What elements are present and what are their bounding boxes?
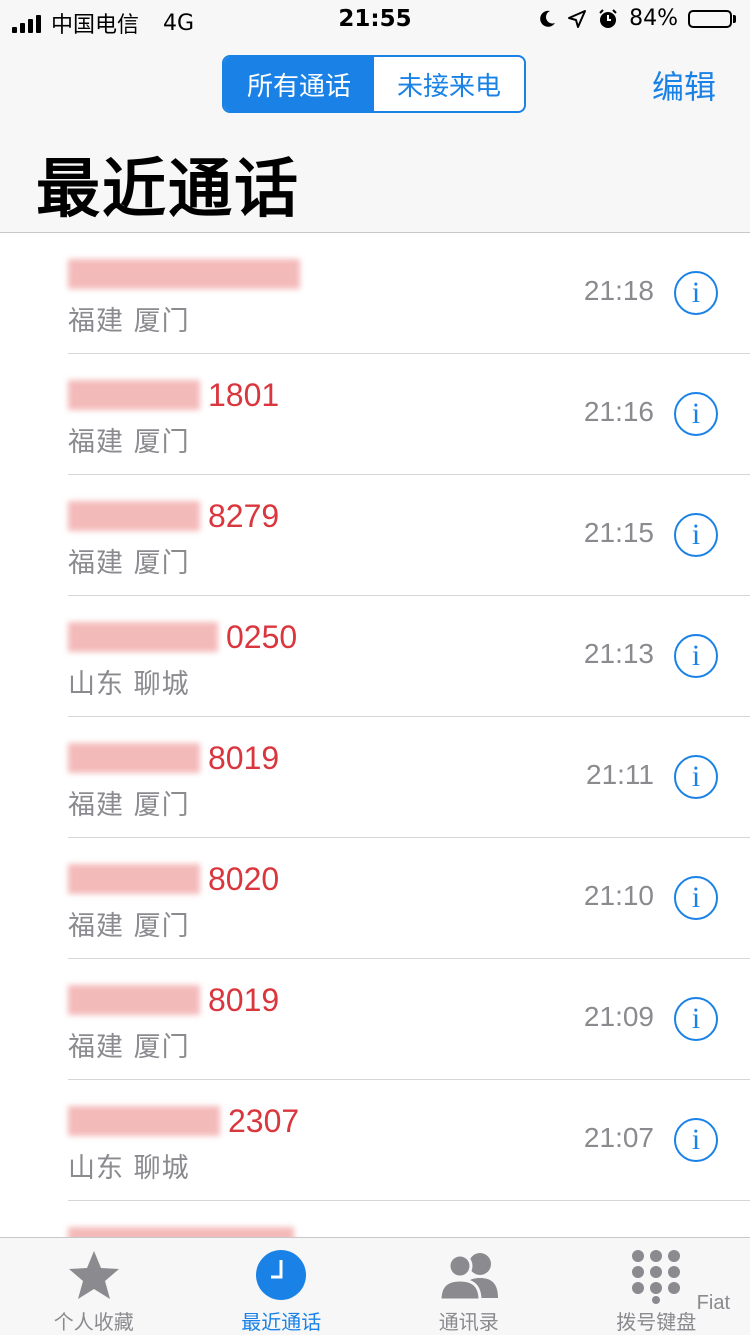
phone-number bbox=[68, 255, 308, 293]
moon-icon bbox=[537, 9, 557, 29]
call-row[interactable]: 8020 福建 厦门 21:10 i bbox=[68, 838, 750, 959]
phone-number: 1801 bbox=[68, 376, 279, 414]
redacted-number bbox=[68, 743, 200, 773]
watermark: Fiat bbox=[697, 1292, 730, 1315]
call-time: 21:13 bbox=[584, 638, 654, 670]
status-bar: 中国电信 4G 21:55 84% bbox=[0, 0, 750, 40]
phone-number-tail: 8020 bbox=[208, 861, 279, 898]
call-location: 福建 厦门 bbox=[68, 904, 190, 943]
star-icon bbox=[66, 1248, 122, 1302]
alarm-icon bbox=[597, 8, 619, 30]
call-row[interactable]: 8019 福建 厦门 21:11 i bbox=[68, 717, 750, 838]
phone-number-tail: 8019 bbox=[208, 740, 279, 777]
segment-missed-calls[interactable]: 未接来电 bbox=[374, 57, 524, 111]
tab-keypad[interactable]: 拨号键盘 bbox=[563, 1238, 750, 1335]
redacted-number bbox=[68, 1227, 294, 1237]
call-time: 21:16 bbox=[584, 396, 654, 428]
info-icon[interactable]: i bbox=[674, 634, 718, 678]
call-location: 福建 厦门 bbox=[68, 783, 190, 822]
call-row[interactable]: 1801 福建 厦门 21:16 i bbox=[68, 354, 750, 475]
tab-recents[interactable]: 最近通话 bbox=[188, 1238, 376, 1335]
tab-contacts[interactable]: 通讯录 bbox=[375, 1238, 563, 1335]
info-icon[interactable]: i bbox=[674, 876, 718, 920]
phone-number-tail: 8019 bbox=[208, 982, 279, 1019]
info-icon[interactable]: i bbox=[674, 513, 718, 557]
call-row[interactable]: 8019 福建 厦门 21:09 i bbox=[68, 959, 750, 1080]
phone-number-tail: 1801 bbox=[208, 377, 279, 414]
tab-label: 最近通话 bbox=[188, 1306, 376, 1335]
call-row[interactable]: 0250 山东 聊城 21:13 i bbox=[68, 596, 750, 717]
phone-number: 8019 bbox=[68, 981, 279, 1019]
phone-number: 2307 bbox=[68, 1102, 299, 1140]
phone-number: 8019 bbox=[68, 739, 279, 777]
call-time: 21:10 bbox=[584, 880, 654, 912]
info-icon[interactable]: i bbox=[674, 1118, 718, 1162]
info-icon[interactable]: i bbox=[674, 997, 718, 1041]
redacted-number bbox=[68, 622, 218, 652]
nav-header: 所有通话 未接来电 编辑 最近通话 bbox=[0, 40, 750, 233]
call-time: 21:07 bbox=[584, 1122, 654, 1154]
call-filter-segmented-control: 所有通话 未接来电 bbox=[222, 55, 526, 113]
call-row[interactable]: 2307 山东 聊城 21:07 i bbox=[68, 1080, 750, 1201]
call-time: 21:11 bbox=[586, 759, 654, 791]
phone-number bbox=[68, 1223, 302, 1237]
call-location: 福建 厦门 bbox=[68, 541, 190, 580]
phone-number-tail: 8279 bbox=[208, 498, 279, 535]
phone-number-tail: 2307 bbox=[228, 1103, 299, 1140]
segment-all-calls[interactable]: 所有通话 bbox=[224, 57, 374, 111]
contacts-icon bbox=[434, 1248, 504, 1302]
redacted-number bbox=[68, 1106, 220, 1136]
redacted-number bbox=[68, 380, 200, 410]
call-row[interactable] bbox=[68, 1201, 750, 1237]
call-location: 山东 聊城 bbox=[68, 662, 190, 701]
phone-number: 8279 bbox=[68, 497, 279, 535]
recent-calls-list[interactable]: 福建 厦门 21:18 i 1801 福建 厦门 21:16 i 8279 福建… bbox=[0, 233, 750, 1237]
phone-number: 0250 bbox=[68, 618, 297, 656]
redacted-number bbox=[68, 259, 300, 289]
call-location: 山东 聊城 bbox=[68, 1146, 190, 1185]
call-location: 福建 厦门 bbox=[68, 1025, 190, 1064]
info-icon[interactable]: i bbox=[674, 392, 718, 436]
call-time: 21:09 bbox=[584, 1001, 654, 1033]
page-title: 最近通话 bbox=[36, 138, 300, 230]
call-row[interactable]: 8279 福建 厦门 21:15 i bbox=[68, 475, 750, 596]
battery-icon bbox=[688, 10, 736, 28]
tab-bar: 个人收藏 最近通话 通讯录 拨号键盘 bbox=[0, 1237, 750, 1335]
redacted-number bbox=[68, 864, 200, 894]
call-row[interactable]: 福建 厦门 21:18 i bbox=[68, 233, 750, 354]
phone-number: 8020 bbox=[68, 860, 279, 898]
battery-percent: 84% bbox=[629, 6, 678, 31]
call-time: 21:15 bbox=[584, 517, 654, 549]
tab-label: 个人收藏 bbox=[0, 1306, 188, 1335]
tab-label: 通讯录 bbox=[375, 1306, 563, 1335]
status-right: 84% bbox=[537, 6, 736, 31]
phone-number-tail: 0250 bbox=[226, 619, 297, 656]
tab-favorites[interactable]: 个人收藏 bbox=[0, 1238, 188, 1335]
call-location: 福建 厦门 bbox=[68, 299, 190, 338]
redacted-number bbox=[68, 501, 200, 531]
location-arrow-icon bbox=[567, 9, 587, 29]
edit-button[interactable]: 编辑 bbox=[652, 62, 716, 108]
info-icon[interactable]: i bbox=[674, 755, 718, 799]
call-location: 福建 厦门 bbox=[68, 420, 190, 459]
keypad-icon bbox=[628, 1248, 684, 1304]
info-icon[interactable]: i bbox=[674, 271, 718, 315]
clock-icon bbox=[254, 1248, 308, 1302]
redacted-number bbox=[68, 985, 200, 1015]
call-time: 21:18 bbox=[584, 275, 654, 307]
